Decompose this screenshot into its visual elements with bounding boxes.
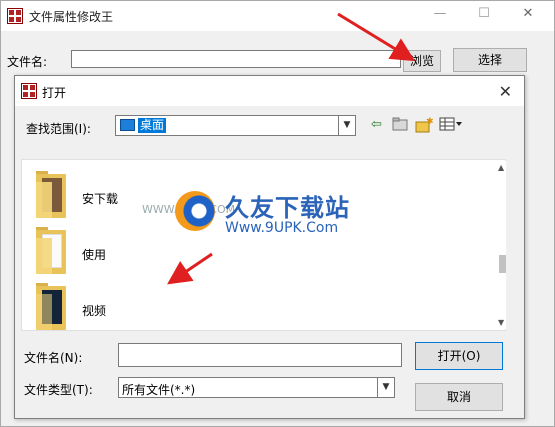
desktop-icon	[120, 119, 135, 131]
app-icon	[7, 8, 23, 24]
folder-icon	[36, 171, 66, 218]
open-button[interactable]: 打开(O)	[415, 342, 503, 370]
new-folder-icon[interactable]: ✱	[415, 117, 434, 138]
scrollbar-thumb[interactable]	[499, 255, 506, 273]
watermark-logo-icon	[175, 191, 215, 231]
folder-name: 视频	[82, 304, 107, 318]
chevron-down-icon[interactable]: ▼	[338, 116, 355, 135]
up-folder-icon[interactable]	[392, 117, 408, 136]
chevron-down-icon[interactable]: ▼	[377, 378, 394, 397]
main-titlebar[interactable]: 文件属性修改王 — ☐ ✕	[1, 1, 554, 31]
window-title: 文件属性修改王	[29, 10, 114, 24]
folder-icon	[36, 283, 66, 330]
svg-text:✱: ✱	[426, 117, 433, 127]
folder-name: 安下载	[82, 192, 119, 206]
maximize-icon[interactable]: ☐	[477, 7, 491, 21]
minimize-icon[interactable]: —	[433, 7, 447, 21]
scroll-down-icon[interactable]: ▼	[498, 318, 504, 327]
dialog-close-icon[interactable]: ✕	[499, 82, 512, 101]
browse-button[interactable]: 浏览	[403, 50, 441, 72]
look-in-label: 查找范围(I):	[26, 122, 91, 136]
back-arrow-icon[interactable]: ⇦	[371, 117, 382, 133]
file-type-dropdown[interactable]: 所有文件(*.*) ▼	[118, 377, 395, 398]
open-dialog: 打开 ✕ 查找范围(I): 桌面 ▼ ⇦ ✱ 安下载 使用 视频 ▲ ▼ 文件名…	[14, 75, 525, 419]
folder-icon	[36, 227, 66, 274]
cancel-button[interactable]: 取消	[415, 383, 503, 411]
file-path-input[interactable]	[71, 50, 401, 68]
look-in-dropdown[interactable]: 桌面 ▼	[115, 115, 356, 136]
watermark: 久友下载站 Www.9UPK.Com	[165, 188, 375, 240]
look-in-value: 桌面	[138, 118, 167, 133]
folder-name: 使用	[82, 248, 107, 262]
view-menu-icon[interactable]	[439, 117, 463, 136]
scroll-up-icon[interactable]: ▲	[498, 163, 504, 172]
dialog-app-icon	[21, 83, 37, 99]
dialog-titlebar[interactable]: 打开 ✕	[15, 76, 524, 106]
file-list[interactable]: 安下载 使用 视频 ▲ ▼	[21, 159, 506, 331]
file-name-input[interactable]	[118, 343, 402, 367]
select-button[interactable]: 选择	[453, 48, 527, 72]
file-type-label: 文件类型(T):	[24, 383, 93, 397]
vertical-scrollbar[interactable]: ▲ ▼	[498, 161, 506, 329]
watermark-cn: 久友下载站	[225, 194, 350, 222]
file-type-value: 所有文件(*.*)	[122, 383, 196, 397]
file-name-label: 文件名:	[7, 55, 48, 69]
watermark-en: Www.9UPK.Com	[225, 220, 339, 236]
list-item[interactable]: 视频	[36, 283, 236, 332]
file-name-label: 文件名(N):	[24, 351, 83, 365]
dialog-title: 打开	[42, 86, 67, 100]
close-icon[interactable]: ✕	[521, 7, 535, 21]
